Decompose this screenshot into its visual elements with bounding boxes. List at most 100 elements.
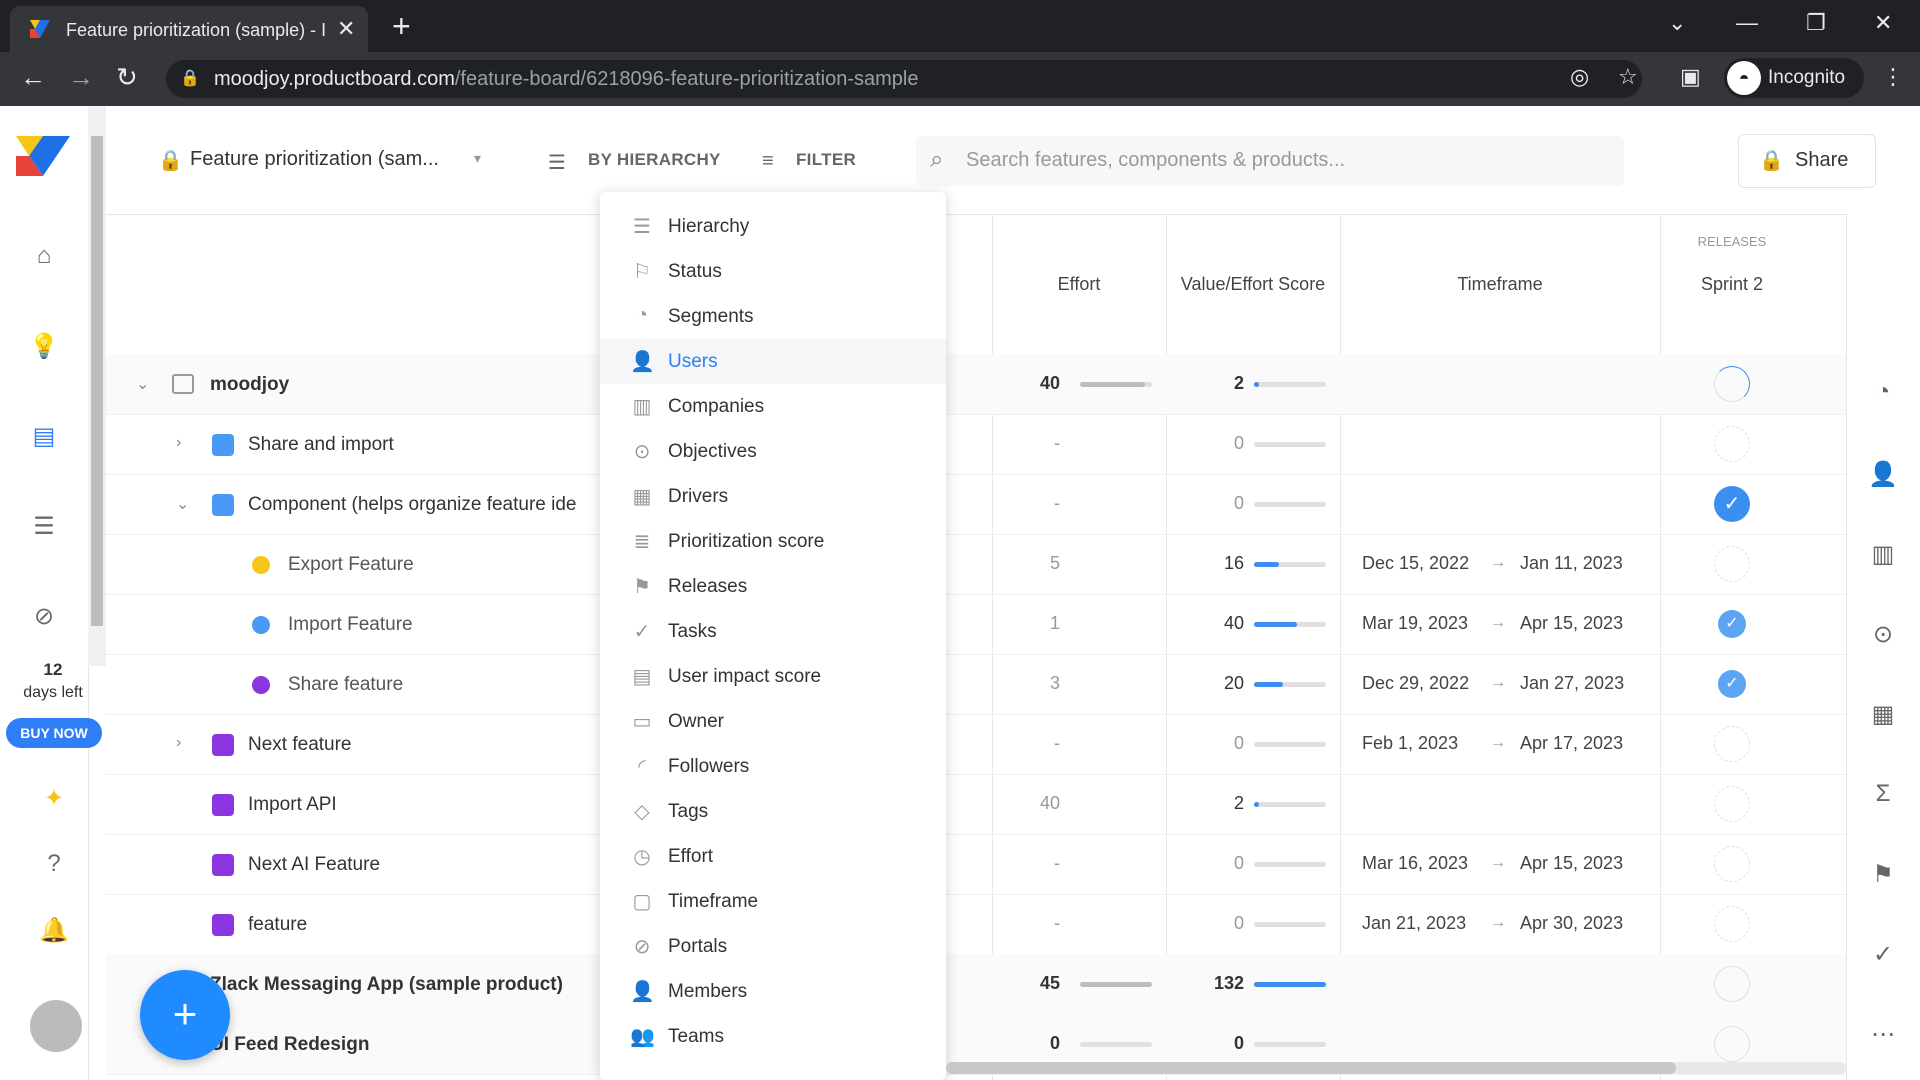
- score-value[interactable]: 40: [1204, 613, 1244, 634]
- rail-scrollbar-thumb[interactable]: [91, 136, 103, 626]
- release-check-icon[interactable]: ✓: [1718, 670, 1746, 698]
- more-icon[interactable]: ⋯: [1846, 1020, 1920, 1049]
- browser-tab[interactable]: Feature prioritization (sample) - I ✕: [10, 6, 368, 52]
- filter-button[interactable]: FILTER: [796, 150, 856, 170]
- search-input[interactable]: ⌕ Search features, components & products…: [916, 136, 1624, 186]
- score-value[interactable]: 0: [1204, 493, 1244, 514]
- row-label[interactable]: UI Feed Redesign: [210, 1034, 369, 1056]
- timeframe-start[interactable]: Mar 16, 2023: [1362, 853, 1468, 874]
- score-value[interactable]: 16: [1204, 553, 1244, 574]
- dropdown-item-effort[interactable]: ◷ Effort: [600, 834, 946, 879]
- release-check-icon[interactable]: ✓: [1718, 610, 1746, 638]
- table-row[interactable]: [106, 354, 1846, 415]
- eye-off-icon[interactable]: ◎: [1570, 64, 1589, 90]
- row-label[interactable]: feature: [248, 914, 307, 936]
- board-chevron-down-icon[interactable]: ▾: [474, 150, 481, 167]
- score-value[interactable]: 0: [1204, 433, 1244, 454]
- address-bar[interactable]: 🔒 moodjoy.productboard.com/feature-board…: [166, 60, 1642, 98]
- objectives-icon[interactable]: ⊙: [1846, 620, 1920, 649]
- release-empty-circle-icon[interactable]: [1714, 546, 1750, 582]
- minimize-icon[interactable]: —: [1736, 10, 1758, 36]
- dropdown-item-owner[interactable]: ▭ Owner: [600, 699, 946, 744]
- expand-caret-icon[interactable]: ›: [176, 734, 181, 752]
- buy-now-button[interactable]: BUY NOW: [6, 718, 102, 748]
- expand-caret-icon[interactable]: ›: [176, 434, 181, 452]
- dropdown-item-companies[interactable]: ▥ Companies: [600, 384, 946, 429]
- release-empty-circle-icon[interactable]: [1714, 1026, 1750, 1062]
- score-value[interactable]: 0: [1204, 913, 1244, 934]
- effort-value[interactable]: 5: [1020, 553, 1060, 574]
- release-check-icon[interactable]: ✓: [1714, 486, 1750, 522]
- segments-pie-icon[interactable]: ◔: [1846, 378, 1920, 406]
- release-loading-icon[interactable]: [1714, 366, 1750, 402]
- group-by-button[interactable]: BY HIERARCHY: [588, 150, 721, 170]
- dropdown-item-tags[interactable]: ◇ Tags: [600, 789, 946, 834]
- dropdown-item-segments[interactable]: ◔ Segments: [600, 294, 946, 339]
- close-tab-icon[interactable]: ✕: [337, 16, 355, 42]
- side-panel-icon[interactable]: ▣: [1680, 64, 1701, 90]
- collapse-caret-icon[interactable]: ⌄: [136, 374, 149, 394]
- row-label[interactable]: Component (helps organize feature ide: [248, 494, 600, 516]
- effort-value[interactable]: -: [1020, 913, 1060, 934]
- back-icon[interactable]: ←: [20, 62, 46, 93]
- portal-rail-icon[interactable]: ⊘: [0, 602, 88, 631]
- board-title[interactable]: Feature prioritization (sam...: [190, 148, 439, 171]
- timeframe-end[interactable]: Apr 15, 2023: [1520, 853, 1623, 874]
- home-icon[interactable]: ⌂: [0, 242, 88, 270]
- release-empty-circle-icon[interactable]: [1714, 846, 1750, 882]
- effort-value[interactable]: 3: [1020, 673, 1060, 694]
- effort-value[interactable]: 45: [1020, 973, 1060, 994]
- dropdown-item-followers[interactable]: ◜ Followers: [600, 744, 946, 789]
- rail-scrollbar[interactable]: [88, 106, 106, 666]
- horizontal-scrollbar[interactable]: [946, 1062, 1846, 1074]
- browser-menu-icon[interactable]: ⋮: [1882, 64, 1904, 90]
- timeframe-end[interactable]: Apr 17, 2023: [1520, 733, 1623, 754]
- release-empty-circle-icon[interactable]: [1714, 726, 1750, 762]
- users-icon[interactable]: 👤: [1846, 460, 1920, 489]
- effort-value[interactable]: -: [1020, 853, 1060, 874]
- insights-bulb-icon[interactable]: 💡: [0, 332, 88, 361]
- table-row[interactable]: [106, 774, 1846, 835]
- forward-icon[interactable]: →: [68, 62, 94, 93]
- horizontal-scrollbar-thumb[interactable]: [946, 1062, 1676, 1074]
- timeframe-start[interactable]: Dec 15, 2022: [1362, 553, 1469, 574]
- release-empty-circle-icon[interactable]: [1714, 426, 1750, 462]
- timeframe-end[interactable]: Apr 15, 2023: [1520, 613, 1623, 634]
- row-label[interactable]: Share and import: [248, 434, 394, 456]
- timeframe-start[interactable]: Mar 19, 2023: [1362, 613, 1468, 634]
- drivers-icon[interactable]: ▦: [1846, 700, 1920, 729]
- dropdown-item-portals[interactable]: ⊘ Portals: [600, 924, 946, 969]
- dropdown-item-timeframe[interactable]: ▢ Timeframe: [600, 879, 946, 924]
- column-header-effort[interactable]: Effort: [992, 274, 1166, 295]
- dropdown-item-objectives[interactable]: ⊙ Objectives: [600, 429, 946, 474]
- timeframe-start[interactable]: Dec 29, 2022: [1362, 673, 1469, 694]
- score-value[interactable]: 2: [1204, 793, 1244, 814]
- score-value[interactable]: 0: [1204, 733, 1244, 754]
- effort-value[interactable]: 40: [1020, 793, 1060, 814]
- dropdown-item-tasks[interactable]: ✓ Tasks: [600, 609, 946, 654]
- bookmark-star-icon[interactable]: ☆: [1618, 64, 1638, 90]
- dropdown-item-members[interactable]: 👤 Members: [600, 969, 946, 1014]
- add-button[interactable]: +: [140, 970, 230, 1060]
- release-empty-circle-icon[interactable]: [1714, 906, 1750, 942]
- reload-icon[interactable]: ↻: [116, 62, 138, 93]
- dropdown-item-teams[interactable]: 👥 Teams: [600, 1014, 946, 1059]
- dropdown-item-user-impact-score[interactable]: ▤ User impact score: [600, 654, 946, 699]
- dropdown-item-releases[interactable]: ⚑ Releases: [600, 564, 946, 609]
- column-header-timeframe[interactable]: Timeframe: [1340, 274, 1660, 295]
- incognito-badge[interactable]: ◓ Incognito: [1724, 58, 1864, 98]
- score-value[interactable]: 20: [1204, 673, 1244, 694]
- effort-value[interactable]: -: [1020, 433, 1060, 454]
- effort-value[interactable]: -: [1020, 733, 1060, 754]
- effort-value[interactable]: 40: [1020, 373, 1060, 394]
- column-header-value-effort[interactable]: Value/Effort Score: [1166, 274, 1340, 295]
- row-label[interactable]: Share feature: [288, 674, 403, 696]
- help-icon[interactable]: ?: [10, 850, 98, 878]
- new-tab-icon[interactable]: +: [392, 8, 411, 45]
- dropdown-item-status[interactable]: ⚐ Status: [600, 249, 946, 294]
- tab-search-icon[interactable]: ⌄: [1668, 10, 1686, 36]
- restore-icon[interactable]: ❐: [1806, 10, 1826, 36]
- score-value[interactable]: 132: [1204, 973, 1244, 994]
- column-header-sprint[interactable]: Sprint 2: [1660, 274, 1804, 295]
- close-window-icon[interactable]: ✕: [1874, 10, 1892, 36]
